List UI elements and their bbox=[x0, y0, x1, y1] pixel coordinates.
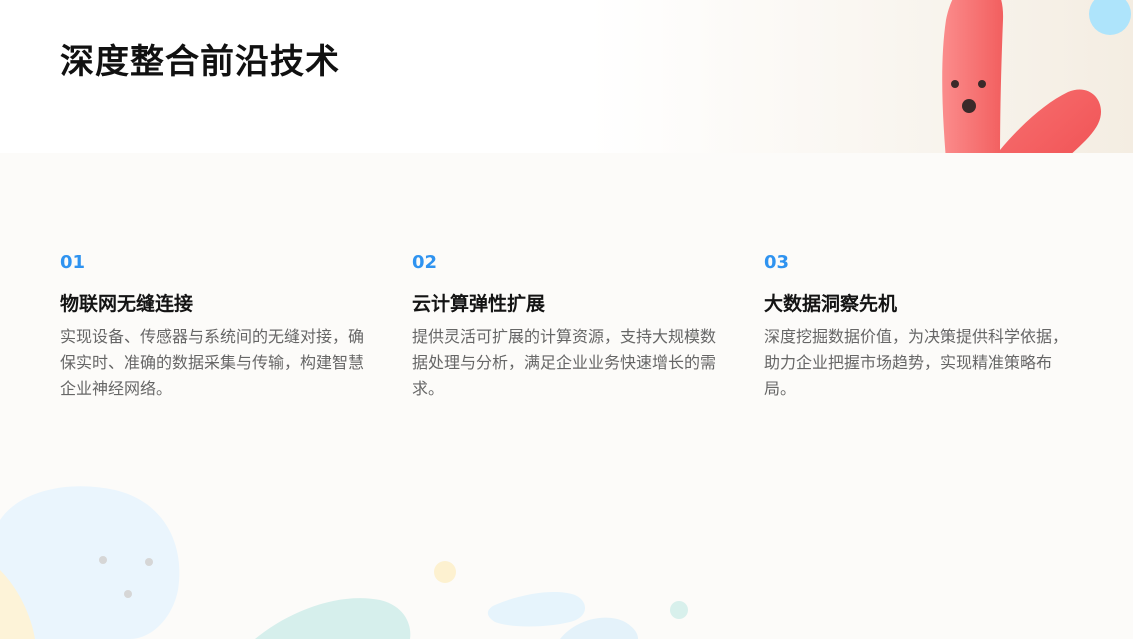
feature-card-iot: 01 物联网无缝连接 实现设备、传感器与系统间的无缝对接，确保实时、准确的数据采… bbox=[60, 248, 380, 402]
feature-card-cloud: 02 云计算弹性扩展 提供灵活可扩展的计算资源，支持大规模数据处理与分析，满足企… bbox=[412, 248, 732, 402]
card-title: 云计算弹性扩展 bbox=[412, 293, 546, 315]
card-title: 大数据洞察先机 bbox=[764, 293, 898, 315]
feature-cards: 01 物联网无缝连接 实现设备、传感器与系统间的无缝对接，确保实时、准确的数据采… bbox=[0, 0, 1133, 639]
card-description: 提供灵活可扩展的计算资源，支持大规模数据处理与分析，满足企业业务快速增长的需求。 bbox=[412, 327, 717, 398]
card-number: 02 bbox=[412, 252, 438, 273]
card-description: 深度挖掘数据价值，为决策提供科学依据，助力企业把握市场趋势，实现精准策略布局。 bbox=[764, 327, 1069, 398]
card-description: 实现设备、传感器与系统间的无缝对接，确保实时、准确的数据采集与传输，构建智慧企业… bbox=[60, 327, 365, 398]
card-number: 01 bbox=[60, 252, 86, 273]
card-title: 物联网无缝连接 bbox=[60, 293, 194, 315]
feature-card-bigdata: 03 大数据洞察先机 深度挖掘数据价值，为决策提供科学依据，助力企业把握市场趋势… bbox=[764, 248, 1084, 402]
card-number: 03 bbox=[764, 252, 790, 273]
